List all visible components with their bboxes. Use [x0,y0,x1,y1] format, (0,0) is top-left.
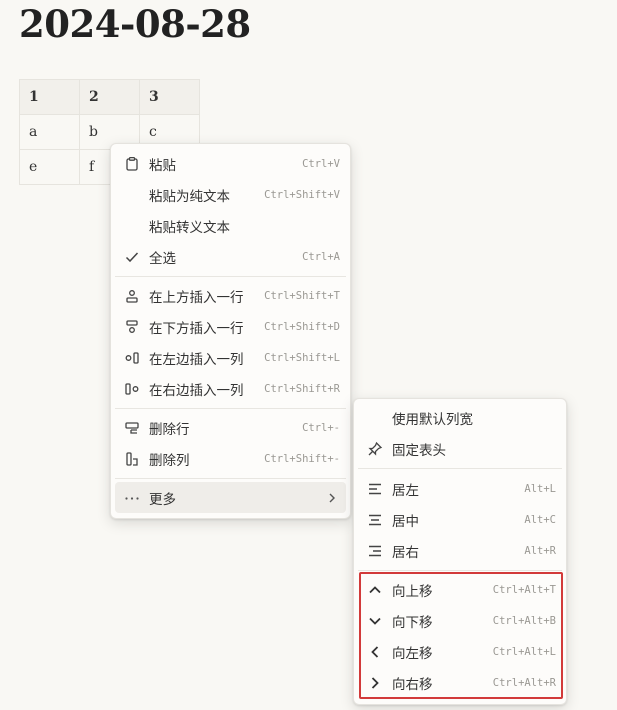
table-header-cell[interactable]: 2 [79,79,140,115]
shortcut-text: Ctrl+A [302,250,340,263]
shortcut-text: Alt+R [524,544,556,557]
menu-item-label: 在上方插入一行 [149,289,244,306]
table-header-cell[interactable]: 3 [139,79,200,115]
menu-divider [358,570,562,571]
chevron-right-icon [326,492,338,504]
align-left-icon [366,480,384,498]
shortcut-text: Ctrl+Shift+T [264,289,340,302]
align-right-icon [366,542,384,560]
menu-item-paste-plain[interactable]: 粘贴为纯文本 Ctrl+Shift+V [115,179,346,210]
shortcut-text: Alt+L [524,482,556,495]
submenu-item-move-down[interactable]: 向下移 Ctrl+Alt+B [358,605,562,636]
menu-item-delete-column[interactable]: 删除列 Ctrl+Shift+- [115,443,346,474]
delete-row-icon [123,419,141,437]
align-center-icon [366,511,384,529]
submenu-item-move-left[interactable]: 向左移 Ctrl+Alt+L [358,636,562,667]
menu-item-label: 更多 [149,491,176,508]
menu-item-label: 删除列 [149,452,190,469]
page-title: 2024-08-28 [19,2,251,46]
menu-divider [115,408,346,409]
shortcut-text: Ctrl+Shift+V [264,188,340,201]
menu-item-label: 粘贴转义文本 [149,219,230,236]
menu-item-paste[interactable]: 粘贴 Ctrl+V [115,148,346,179]
menu-item-insert-row-below[interactable]: 在下方插入一行 Ctrl+Shift+D [115,311,346,342]
chevron-left-icon [366,643,384,661]
more-submenu: 使用默认列宽 固定表头 居左 Alt+L 居中 Alt+C 居右 Alt+R 向… [353,398,567,705]
menu-item-more[interactable]: 更多 [115,482,346,513]
menu-item-label: 居右 [392,544,419,561]
menu-item-label: 删除行 [149,421,190,438]
menu-item-label: 向右移 [392,676,433,693]
menu-item-insert-column-left[interactable]: 在左边插入一列 Ctrl+Shift+L [115,342,346,373]
shortcut-text: Ctrl+Shift+- [264,452,340,465]
menu-divider [115,276,346,277]
submenu-item-align-right[interactable]: 居右 Alt+R [358,535,562,566]
more-dots-icon [123,489,141,507]
menu-item-label: 固定表头 [392,442,446,459]
menu-item-label: 在左边插入一列 [149,351,244,368]
table-header-row: 1 2 3 [19,79,200,115]
check-icon [123,248,141,266]
chevron-down-icon [366,612,384,630]
submenu-item-pin-header[interactable]: 固定表头 [358,433,562,464]
shortcut-text: Ctrl+Shift+R [264,382,340,395]
insert-row-above-icon [123,287,141,305]
submenu-item-move-up[interactable]: 向上移 Ctrl+Alt+T [358,574,562,605]
shortcut-text: Ctrl+Alt+T [492,583,556,596]
menu-item-paste-escaped[interactable]: 粘贴转义文本 [115,210,346,241]
menu-item-delete-row[interactable]: 删除行 Ctrl+- [115,412,346,443]
shortcut-text: Ctrl+Alt+B [492,614,556,627]
submenu-item-default-width[interactable]: 使用默认列宽 [358,402,562,433]
shortcut-text: Ctrl+V [302,157,340,170]
table-cell[interactable]: e [19,149,80,185]
menu-item-label: 向左移 [392,645,433,662]
menu-item-label: 粘贴为纯文本 [149,188,230,205]
clipboard-icon [123,155,141,173]
menu-item-label: 居中 [392,513,419,530]
insert-column-right-icon [123,380,141,398]
menu-item-label: 向下移 [392,614,433,631]
submenu-item-move-right[interactable]: 向右移 Ctrl+Alt+R [358,667,562,698]
menu-item-insert-column-right[interactable]: 在右边插入一列 Ctrl+Shift+R [115,373,346,404]
context-menu: 粘贴 Ctrl+V 粘贴为纯文本 Ctrl+Shift+V 粘贴转义文本 全选 … [110,143,351,519]
menu-divider [115,478,346,479]
menu-item-label: 使用默认列宽 [392,411,473,428]
table-header-cell[interactable]: 1 [19,79,80,115]
chevron-up-icon [366,581,384,599]
table-cell[interactable]: a [19,114,80,150]
insert-column-left-icon [123,349,141,367]
menu-item-label: 在右边插入一列 [149,382,244,399]
shortcut-text: Ctrl+Shift+D [264,320,340,333]
shortcut-text: Ctrl+- [302,421,340,434]
submenu-item-align-center[interactable]: 居中 Alt+C [358,504,562,535]
shortcut-text: Ctrl+Alt+R [492,676,556,689]
insert-row-below-icon [123,318,141,336]
menu-item-label: 居左 [392,482,419,499]
delete-column-icon [123,450,141,468]
menu-item-insert-row-above[interactable]: 在上方插入一行 Ctrl+Shift+T [115,280,346,311]
shortcut-text: Ctrl+Shift+L [264,351,340,364]
pin-icon [366,440,384,458]
menu-item-label: 向上移 [392,583,433,600]
menu-item-label: 粘贴 [149,157,176,174]
menu-item-label: 在下方插入一行 [149,320,244,337]
menu-item-select-all[interactable]: 全选 Ctrl+A [115,241,346,272]
chevron-right-icon [366,674,384,692]
shortcut-text: Alt+C [524,513,556,526]
menu-item-label: 全选 [149,250,176,267]
menu-divider [358,468,562,469]
shortcut-text: Ctrl+Alt+L [492,645,556,658]
submenu-item-align-left[interactable]: 居左 Alt+L [358,473,562,504]
